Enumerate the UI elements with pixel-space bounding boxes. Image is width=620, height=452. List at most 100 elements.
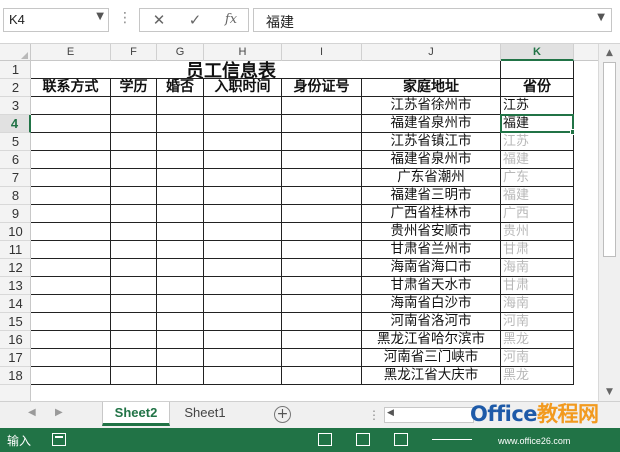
header-cell[interactable]: 身份证号 bbox=[282, 79, 362, 97]
grid-cell[interactable] bbox=[282, 97, 362, 115]
row-header[interactable]: 17 bbox=[0, 349, 31, 367]
grid-cell[interactable] bbox=[31, 349, 111, 367]
grid-cell[interactable] bbox=[501, 61, 574, 79]
grid-cell[interactable] bbox=[31, 169, 111, 187]
tab-sheet1[interactable]: Sheet1 bbox=[172, 402, 238, 426]
grid-cell[interactable] bbox=[31, 367, 111, 385]
grid-cell[interactable] bbox=[31, 295, 111, 313]
add-sheet-icon[interactable]: + bbox=[274, 406, 291, 423]
tab-sheet2[interactable]: Sheet2 bbox=[102, 402, 170, 426]
row-header[interactable]: 11 bbox=[0, 241, 31, 259]
page-break-view-icon[interactable] bbox=[394, 433, 408, 446]
grid-cell[interactable] bbox=[157, 331, 204, 349]
grid-cell[interactable] bbox=[282, 115, 362, 133]
vertical-scrollbar[interactable]: ▲ ▼ bbox=[598, 44, 620, 401]
grid-cell[interactable] bbox=[282, 241, 362, 259]
header-cell[interactable]: 省份 bbox=[501, 79, 574, 97]
grid-cell[interactable] bbox=[111, 331, 157, 349]
grid-cell[interactable] bbox=[204, 259, 282, 277]
scroll-up-icon[interactable]: ▲ bbox=[602, 46, 617, 60]
grid-cell[interactable] bbox=[157, 295, 204, 313]
grid-cell[interactable] bbox=[111, 97, 157, 115]
address-cell[interactable]: 广东省潮州 bbox=[362, 169, 501, 187]
grid-cell[interactable] bbox=[204, 205, 282, 223]
chevron-down-icon[interactable]: ▼ bbox=[96, 11, 104, 22]
grid-cell[interactable] bbox=[204, 187, 282, 205]
grid-cell[interactable] bbox=[31, 277, 111, 295]
grid-cell[interactable] bbox=[111, 241, 157, 259]
grid-cell[interactable] bbox=[282, 223, 362, 241]
grid-cell[interactable] bbox=[282, 151, 362, 169]
row-header[interactable]: 14 bbox=[0, 295, 31, 313]
grid-cell[interactable] bbox=[157, 259, 204, 277]
row-header[interactable]: 9 bbox=[0, 205, 31, 223]
row-header[interactable]: 8 bbox=[0, 187, 31, 205]
address-cell[interactable]: 黑龙江省哈尔滨市 bbox=[362, 331, 501, 349]
province-cell[interactable]: 广西 bbox=[501, 205, 574, 223]
address-cell[interactable]: 广西省桂林市 bbox=[362, 205, 501, 223]
province-cell[interactable]: 广东 bbox=[501, 169, 574, 187]
row-header[interactable]: 10 bbox=[0, 223, 31, 241]
grid-cell[interactable] bbox=[282, 367, 362, 385]
header-cell[interactable]: 婚否 bbox=[157, 79, 204, 97]
scroll-down-icon[interactable]: ▼ bbox=[602, 385, 617, 399]
grid-cell[interactable] bbox=[282, 187, 362, 205]
row-header[interactable]: 1 bbox=[0, 61, 31, 79]
grid-cell[interactable] bbox=[282, 133, 362, 151]
province-cell[interactable]: 河南 bbox=[501, 313, 574, 331]
normal-view-icon[interactable] bbox=[318, 433, 332, 446]
grid-cell[interactable] bbox=[204, 133, 282, 151]
grid-cell[interactable] bbox=[282, 277, 362, 295]
header-cell[interactable]: 家庭地址 bbox=[362, 79, 501, 97]
address-cell[interactable]: 河南省三门峡市 bbox=[362, 349, 501, 367]
row-header[interactable]: 7 bbox=[0, 169, 31, 187]
grid-cell[interactable] bbox=[31, 205, 111, 223]
grid-cell[interactable] bbox=[111, 295, 157, 313]
grid-cell[interactable] bbox=[282, 169, 362, 187]
header-cell[interactable]: 联系方式 bbox=[31, 79, 111, 97]
address-cell[interactable]: 黑龙江省大庆市 bbox=[362, 367, 501, 385]
grid-cell[interactable] bbox=[157, 349, 204, 367]
scroll-thumb[interactable] bbox=[603, 62, 616, 257]
expand-formula-icon[interactable]: ▼ bbox=[597, 12, 605, 23]
province-cell[interactable]: 黑龙 bbox=[501, 331, 574, 349]
grid-cell[interactable] bbox=[157, 151, 204, 169]
scroll-left-icon[interactable]: ◀ bbox=[387, 408, 394, 418]
address-cell[interactable]: 江苏省镇江市 bbox=[362, 133, 501, 151]
grid-cell[interactable] bbox=[282, 259, 362, 277]
column-header[interactable]: H bbox=[204, 44, 282, 61]
grid-cell[interactable] bbox=[157, 223, 204, 241]
insert-function-icon[interactable]: fx bbox=[216, 10, 246, 30]
grid-cell[interactable] bbox=[282, 295, 362, 313]
grid-cell[interactable] bbox=[157, 169, 204, 187]
header-cell[interactable]: 入职时间 bbox=[204, 79, 282, 97]
province-cell[interactable]: 福建 bbox=[501, 115, 574, 133]
worksheet-grid[interactable]: 员工信息表 联系方式 学历 婚否 入职时间 身份证号 家庭地址 省份 江苏省徐州市 江苏 福建省泉州… bbox=[31, 61, 574, 401]
column-header[interactable]: F bbox=[111, 44, 157, 61]
province-cell[interactable]: 海南 bbox=[501, 259, 574, 277]
next-sheet-icon[interactable]: ▶ bbox=[55, 407, 63, 418]
address-cell[interactable]: 甘肃省兰州市 bbox=[362, 241, 501, 259]
grid-cell[interactable] bbox=[111, 349, 157, 367]
grid-cell[interactable] bbox=[111, 259, 157, 277]
address-cell[interactable]: 海南省海口市 bbox=[362, 259, 501, 277]
grid-cell[interactable] bbox=[111, 169, 157, 187]
province-cell[interactable]: 河南 bbox=[501, 349, 574, 367]
grid-cell[interactable] bbox=[157, 367, 204, 385]
horizontal-scrollbar[interactable]: ◀ bbox=[384, 407, 474, 423]
grid-cell[interactable] bbox=[204, 349, 282, 367]
province-cell[interactable]: 甘肃 bbox=[501, 277, 574, 295]
grid-cell[interactable] bbox=[111, 205, 157, 223]
grid-cell[interactable] bbox=[204, 223, 282, 241]
select-all-button[interactable] bbox=[0, 44, 31, 61]
grid-cell[interactable] bbox=[157, 115, 204, 133]
prev-sheet-icon[interactable]: ◀ bbox=[28, 407, 36, 418]
grid-cell[interactable] bbox=[204, 277, 282, 295]
grid-cell[interactable] bbox=[204, 241, 282, 259]
grid-cell[interactable] bbox=[204, 169, 282, 187]
row-header[interactable]: 15 bbox=[0, 313, 31, 331]
row-header[interactable]: 18 bbox=[0, 367, 31, 385]
grid-cell[interactable] bbox=[111, 277, 157, 295]
grid-cell[interactable] bbox=[204, 367, 282, 385]
grid-cell[interactable] bbox=[111, 313, 157, 331]
